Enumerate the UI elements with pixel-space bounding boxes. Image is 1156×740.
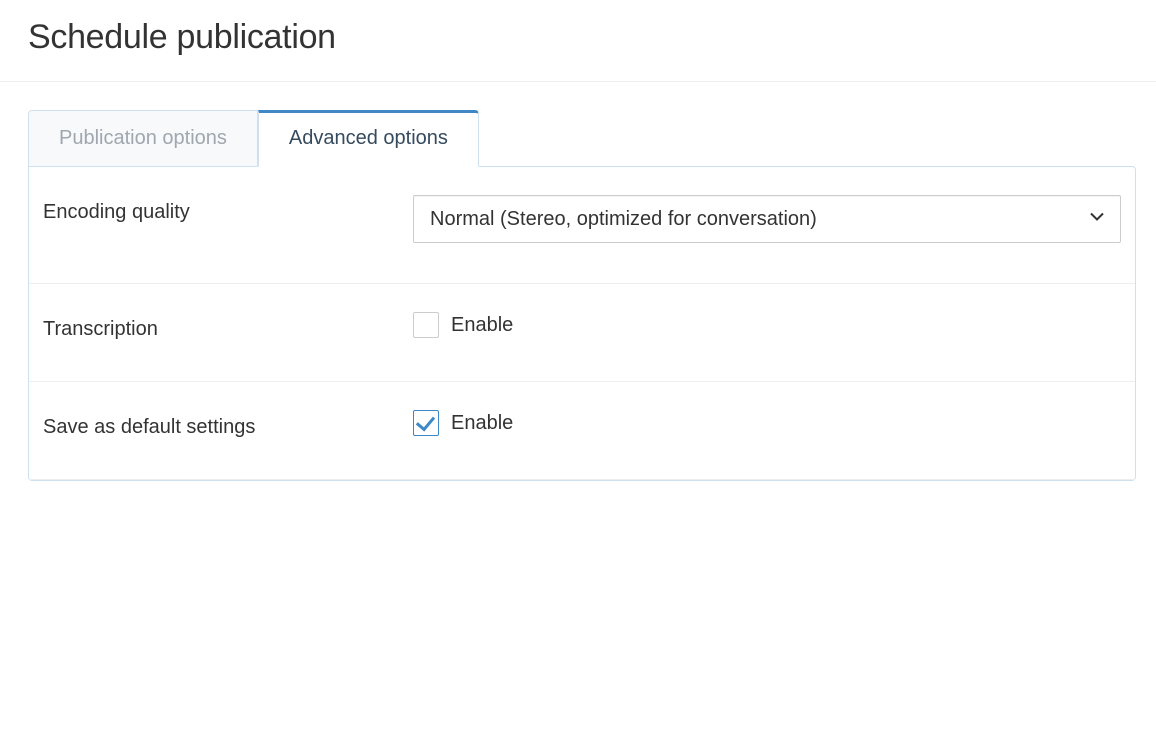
- tab-advanced-options[interactable]: Advanced options: [258, 110, 479, 167]
- encoding-quality-select-wrap: Normal (Stereo, optimized for conversati…: [413, 195, 1121, 243]
- tab-list: Publication options Advanced options: [28, 110, 1136, 166]
- transcription-checkbox-label[interactable]: Enable: [413, 312, 513, 338]
- transcription-checkbox[interactable]: [413, 312, 439, 338]
- save-default-checkbox[interactable]: [413, 410, 439, 436]
- page-title: Schedule publication: [28, 18, 1128, 57]
- transcription-control: Enable: [413, 312, 1121, 338]
- page-header: Schedule publication: [0, 0, 1156, 82]
- encoding-quality-label: Encoding quality: [43, 195, 413, 224]
- content-area: Publication options Advanced options Enc…: [0, 82, 1156, 481]
- tab-publication-options[interactable]: Publication options: [28, 110, 258, 167]
- save-default-checkbox-label[interactable]: Enable: [413, 410, 513, 436]
- transcription-label: Transcription: [43, 312, 413, 341]
- encoding-quality-control: Normal (Stereo, optimized for conversati…: [413, 195, 1121, 243]
- row-encoding-quality: Encoding quality Normal (Stereo, optimiz…: [29, 167, 1135, 284]
- save-default-label: Save as default settings: [43, 410, 413, 439]
- row-transcription: Transcription Enable: [29, 284, 1135, 382]
- transcription-enable-text: Enable: [451, 314, 513, 337]
- encoding-quality-select[interactable]: Normal (Stereo, optimized for conversati…: [413, 195, 1121, 243]
- save-default-control: Enable: [413, 410, 1121, 436]
- tab-label: Advanced options: [289, 127, 448, 149]
- row-save-default: Save as default settings Enable: [29, 382, 1135, 480]
- save-default-enable-text: Enable: [451, 412, 513, 435]
- tab-panel-advanced: Encoding quality Normal (Stereo, optimiz…: [28, 166, 1136, 481]
- tab-label: Publication options: [59, 127, 227, 149]
